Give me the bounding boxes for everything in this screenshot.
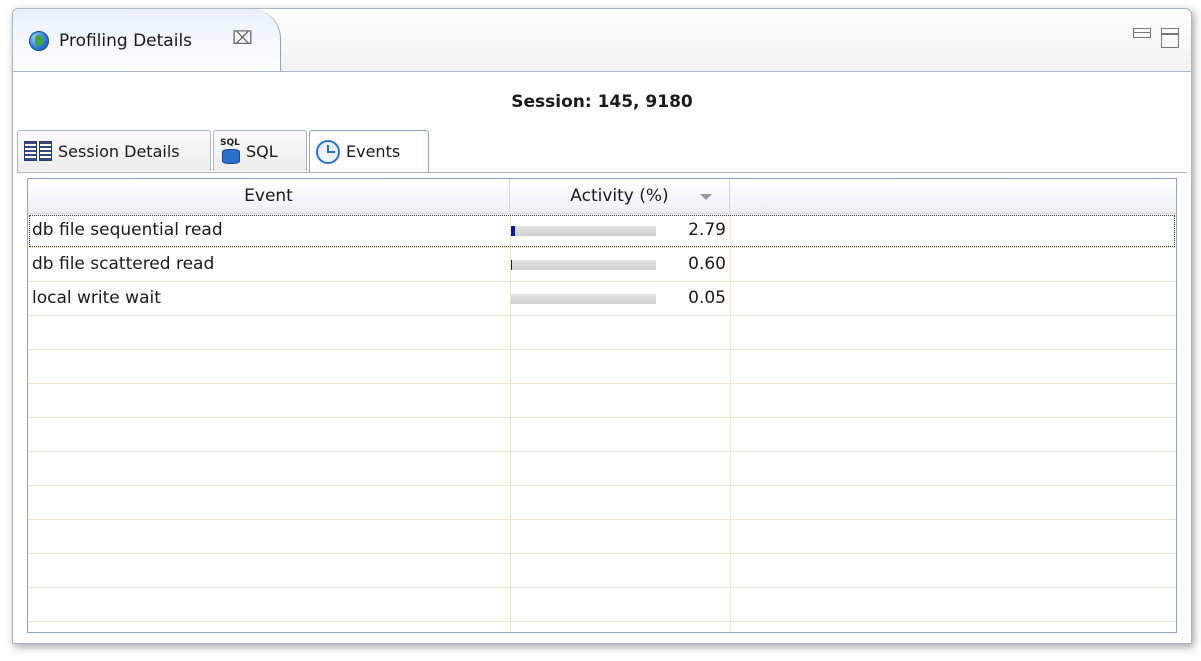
event-name-cell: db file scattered read [32,254,215,274]
tab-sql[interactable]: SQL SQL [213,130,307,171]
empty-table-row [28,486,1176,520]
event-name-cell: db file sequential read [32,220,223,240]
tab-label: Session Details [58,141,180,161]
minimize-button[interactable] [1133,28,1151,38]
tab-events[interactable]: Events [309,130,429,172]
view-body: Session: 145, 9180 Session Details SQL S… [12,71,1192,644]
session-title: Session: 145, 9180 [511,92,693,112]
empty-table-row [28,588,1176,622]
activity-bar-fill [511,260,512,270]
activity-bar [511,294,656,304]
events-table: Event Activity (%) db file sequential re… [27,178,1177,633]
activity-value-cell: 2.79 [688,220,726,240]
sort-descending-icon [700,194,712,200]
empty-table-row [28,384,1176,418]
activity-bar [511,260,656,270]
empty-table-row [28,350,1176,384]
event-name-cell: local write wait [32,288,161,308]
column-header-label: Activity (%) [570,186,669,206]
table-row[interactable]: local write wait 0.05 [28,282,1176,316]
empty-table-row [28,316,1176,350]
table-row[interactable]: db file scattered read 0.60 [28,248,1176,282]
activity-bar [511,226,656,236]
tab-label: SQL [246,141,278,161]
tab-session-details[interactable]: Session Details [17,130,211,171]
profiling-details-view: Profiling Details ⌧ Session: 145, 9180 S… [12,8,1192,644]
activity-bar-fill [511,226,515,236]
empty-table-row [28,554,1176,588]
maximize-button[interactable] [1161,28,1179,48]
globe-icon [29,31,49,51]
empty-table-row [28,452,1176,486]
empty-table-row [28,520,1176,554]
clock-icon [316,139,340,164]
close-icon[interactable]: ⌧ [232,28,253,49]
view-title: Profiling Details [59,31,193,51]
tab-bar: Session Details SQL SQL Events [17,130,1187,173]
table-grid-icon [24,141,52,161]
tab-label: Events [346,142,401,161]
activity-value-cell: 0.60 [688,254,726,274]
activity-value-cell: 0.05 [688,288,726,308]
column-header-activity[interactable]: Activity (%) [510,179,730,213]
view-title-bar: Profiling Details ⌧ [12,8,1192,71]
column-header-event[interactable]: Event [28,179,510,213]
table-row[interactable]: db file sequential read 2.79 [28,214,1176,248]
view-tab-profiling-details[interactable]: Profiling Details ⌧ [13,9,281,71]
sql-database-icon: SQL [220,138,240,164]
table-header: Event Activity (%) [28,179,1176,214]
table-body: db file sequential read 2.79 db file scatt… [28,214,1176,632]
empty-table-row [28,418,1176,452]
